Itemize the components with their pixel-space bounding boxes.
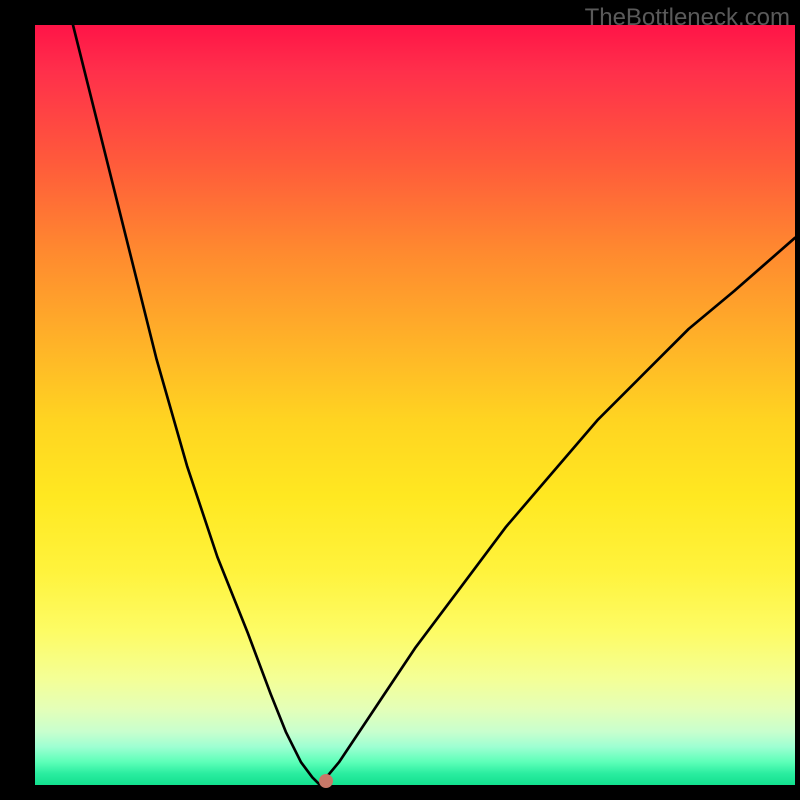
bottleneck-chart [35, 25, 795, 785]
watermark-text: TheBottleneck.com [585, 4, 790, 32]
chart-optimal-marker [319, 774, 333, 788]
chart-curve [35, 25, 795, 785]
